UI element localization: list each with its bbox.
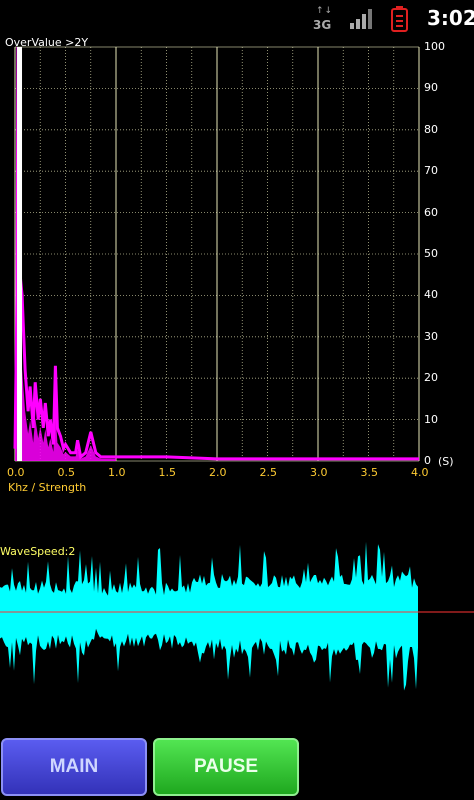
y-tick-label: 30	[424, 329, 438, 343]
overvalue-peak-bar	[17, 47, 23, 461]
spectrum-chart	[13, 46, 420, 462]
battery-low-icon	[391, 6, 408, 32]
y-tick-label: 10	[424, 412, 438, 426]
x-tick-label: 0.5	[57, 466, 76, 479]
x-tick-label: 2.5	[259, 466, 278, 479]
transfer-arrows-glyph: ↑↓	[316, 6, 334, 16]
x-tick-label: 3.0	[310, 466, 328, 479]
y-tick-label: 50	[424, 247, 438, 260]
y-tick-label: 40	[424, 288, 438, 302]
y-tick-label: 60	[424, 205, 438, 219]
signal-bars-icon	[350, 9, 372, 29]
y-tick-label: 20	[424, 371, 438, 385]
x-axis-title: Khz / Strength	[8, 481, 87, 494]
pause-button[interactable]: PAUSE	[153, 738, 299, 796]
x-tick-label: 1.0	[108, 466, 126, 479]
overvalue-label: OverValue >2Y	[5, 36, 89, 49]
x-tick-label: 4.0	[411, 466, 429, 479]
x-tick-label: 1.5	[158, 466, 177, 479]
wave-speed-label: WaveSpeed:2	[0, 545, 76, 558]
y-tick-label: 100	[424, 40, 445, 53]
y-tick-label: 70	[424, 164, 438, 178]
network-type-label: 3G	[313, 18, 332, 32]
clock: 3:02	[427, 6, 474, 30]
unit-label: (S)	[438, 455, 454, 468]
x-tick-label: 3.5	[360, 466, 379, 479]
main-button[interactable]: MAIN	[1, 738, 147, 796]
status-bar: ↑↓ 3G 3:02	[0, 0, 474, 38]
waveform-trace	[0, 541, 418, 691]
y-tick-label: 80	[424, 122, 438, 136]
x-tick-label: 0.0	[7, 466, 25, 479]
data-arrows-icon: ↑↓ 3G	[313, 6, 335, 32]
y-tick-label: 90	[424, 81, 438, 95]
x-tick-label: 2.0	[209, 466, 227, 479]
